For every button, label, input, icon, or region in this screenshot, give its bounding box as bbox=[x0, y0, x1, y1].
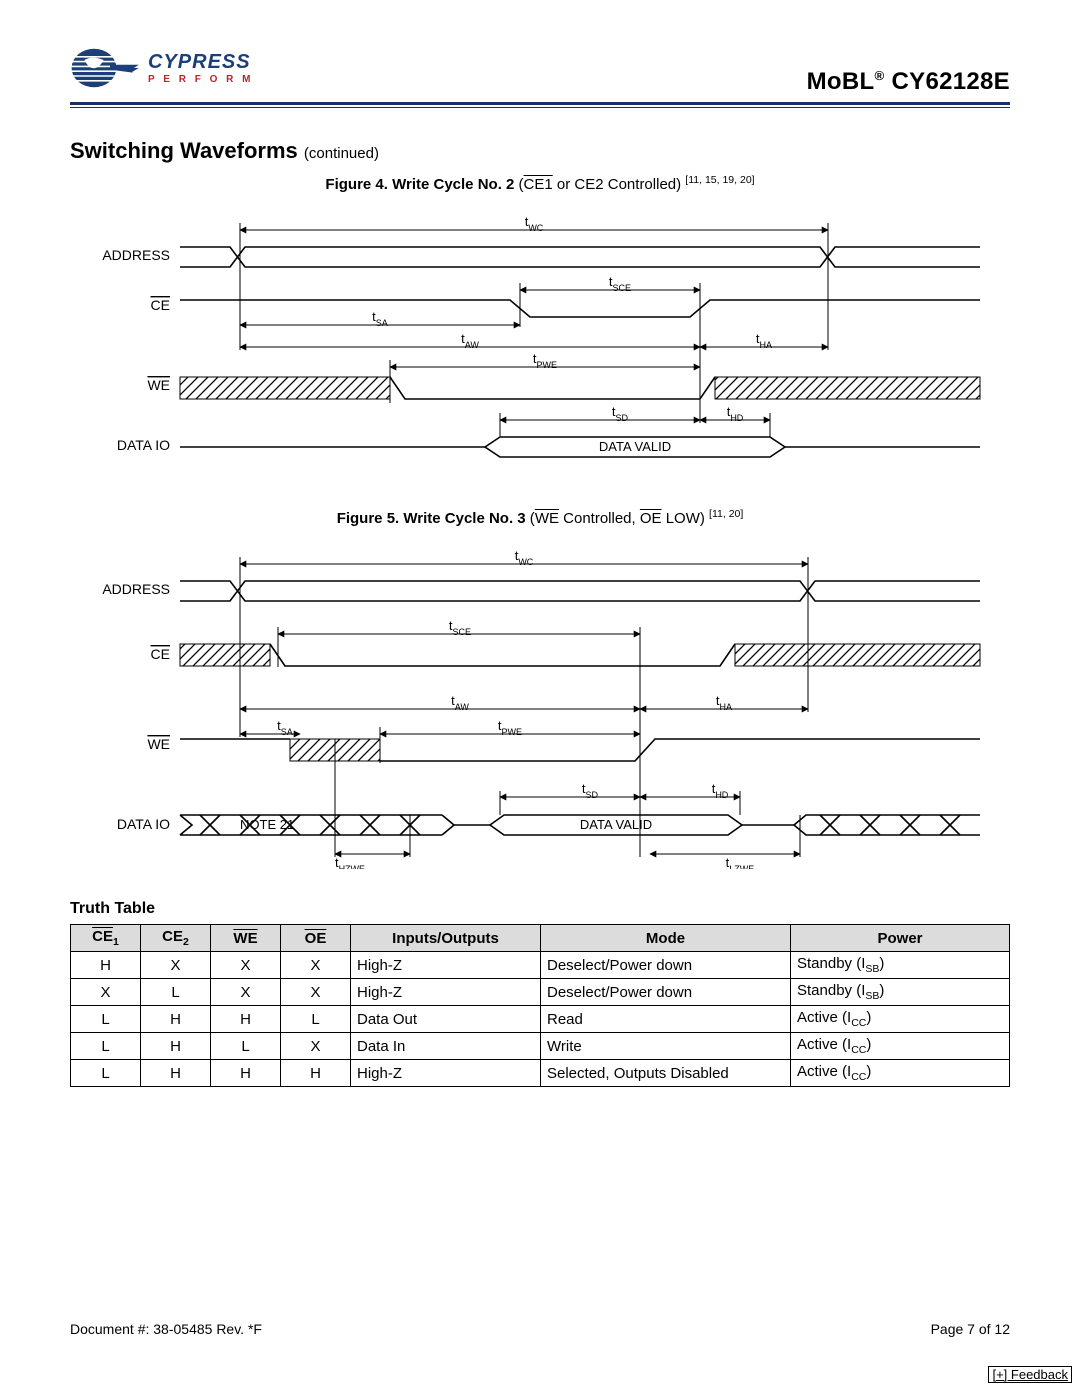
fig4-label-address: ADDRESS bbox=[102, 247, 170, 263]
fig5-label-dataio: DATA IO bbox=[117, 816, 170, 832]
fig4-label-ce: CE bbox=[151, 297, 170, 313]
fig4-label-dataio: DATA IO bbox=[117, 437, 170, 453]
th-io: Inputs/Outputs bbox=[351, 925, 541, 952]
figure5-caption: Figure 5. Write Cycle No. 3 (WE Controll… bbox=[70, 508, 1010, 527]
svg-text:tPWE: tPWE bbox=[533, 351, 557, 370]
table-row: LHHLData OutReadActive (ICC) bbox=[71, 1006, 1010, 1033]
table-row: LHHHHigh-ZSelected, Outputs DisabledActi… bbox=[71, 1060, 1010, 1087]
fig4-label-we: WE bbox=[147, 377, 170, 393]
page-number: Page 7 of 12 bbox=[931, 1321, 1010, 1337]
th-we: WE bbox=[211, 925, 281, 952]
truth-table-title: Truth Table bbox=[70, 900, 1010, 918]
globe-icon bbox=[70, 40, 142, 96]
th-power: Power bbox=[791, 925, 1010, 952]
table-row: HXXXHigh-ZDeselect/Power downStandby (IS… bbox=[71, 952, 1010, 979]
svg-text:tPWE: tPWE bbox=[498, 718, 522, 737]
figure4-caption: Figure 4. Write Cycle No. 2 (CE1 or CE2 … bbox=[70, 174, 1010, 193]
brand-text: CYPRESS P E R F O R M bbox=[148, 51, 254, 85]
svg-text:tWC: tWC bbox=[525, 214, 544, 233]
th-mode: Mode bbox=[541, 925, 791, 952]
page-header: CYPRESS P E R F O R M MoBL® CY62128E bbox=[70, 40, 1010, 100]
section-title: Switching Waveforms (continued) bbox=[70, 138, 1010, 164]
page-footer: Document #: 38-05485 Rev. *F Page 7 of 1… bbox=[70, 1321, 1010, 1337]
svg-text:tAW: tAW bbox=[461, 331, 479, 350]
fig5-label-address: ADDRESS bbox=[102, 581, 170, 597]
table-header-row: CE1 CE2 WE OE Inputs/Outputs Mode Power bbox=[71, 925, 1010, 952]
th-oe: OE bbox=[281, 925, 351, 952]
svg-text:tSCE: tSCE bbox=[609, 274, 631, 293]
header-rule bbox=[70, 102, 1010, 105]
product-title: MoBL® CY62128E bbox=[807, 68, 1010, 96]
table-row: XLXXHigh-ZDeselect/Power downStandby (IS… bbox=[71, 979, 1010, 1006]
brand-main: CYPRESS bbox=[148, 51, 254, 74]
svg-text:DATA VALID: DATA VALID bbox=[599, 439, 671, 454]
header-rule-thin bbox=[70, 107, 1010, 108]
feedback-button[interactable]: [+] Feedback bbox=[988, 1366, 1072, 1383]
svg-text:NOTE 21: NOTE 21 bbox=[240, 817, 294, 832]
brand-sub: P E R F O R M bbox=[148, 74, 254, 85]
svg-text:tLZWE: tLZWE bbox=[726, 855, 755, 869]
svg-text:tSCE: tSCE bbox=[449, 618, 471, 637]
figure5-diagram: ADDRESS CE WE DATA IO tWC tSCE tAW tHA t… bbox=[70, 539, 1010, 869]
brand-logo: CYPRESS P E R F O R M bbox=[70, 40, 254, 96]
svg-text:tAW: tAW bbox=[451, 693, 469, 712]
svg-text:tWC: tWC bbox=[515, 548, 534, 567]
table-row: LHLXData InWriteActive (ICC) bbox=[71, 1033, 1010, 1060]
fig5-label-we: WE bbox=[147, 736, 170, 752]
truth-table: CE1 CE2 WE OE Inputs/Outputs Mode Power … bbox=[70, 924, 1010, 1087]
figure4-diagram: ADDRESS CE WE DATA IO tWC tSCE tSA tAW t… bbox=[70, 205, 1010, 485]
svg-text:DATA VALID: DATA VALID bbox=[580, 817, 652, 832]
svg-text:tHZWE: tHZWE bbox=[335, 855, 365, 869]
fig5-label-ce: CE bbox=[151, 646, 170, 662]
th-ce1: CE1 bbox=[71, 925, 141, 952]
th-ce2: CE2 bbox=[141, 925, 211, 952]
doc-number: Document #: 38-05485 Rev. *F bbox=[70, 1321, 262, 1337]
